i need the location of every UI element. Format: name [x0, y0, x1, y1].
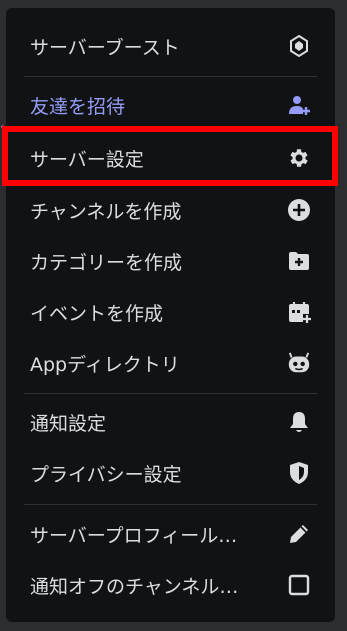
pencil-icon	[287, 522, 311, 546]
boost-gem-icon	[287, 34, 311, 58]
menu-item-server-profile[interactable]: サーバープロフィール…	[6, 514, 335, 554]
server-context-menu: サーバーブースト 友達を招待 サーバー設定 チャンネルを作成 カテゴリーを作成 …	[6, 8, 335, 622]
selection-highlight	[2, 126, 338, 186]
menu-divider	[24, 76, 317, 77]
menu-item-privacy-settings[interactable]: プライバシー設定	[6, 453, 335, 493]
menu-item-muted-channels[interactable]: 通知オフのチャンネル…	[6, 565, 335, 605]
menu-item-label: 通知オフのチャンネル…	[30, 575, 239, 598]
bot-icon	[287, 351, 311, 375]
menu-item-app-directory[interactable]: Appディレクトリ	[6, 343, 335, 383]
menu-item-server-boost[interactable]: サーバーブースト	[6, 26, 335, 66]
calendar-plus-icon	[287, 300, 311, 324]
menu-item-label: イベントを作成	[30, 302, 164, 325]
menu-item-create-channel[interactable]: チャンネルを作成	[6, 190, 335, 230]
menu-item-label: サーバーブースト	[30, 36, 180, 59]
menu-item-label: カテゴリーを作成	[30, 251, 183, 274]
bell-icon	[287, 410, 311, 434]
menu-item-create-category[interactable]: カテゴリーを作成	[6, 241, 335, 281]
menu-item-label: Appディレクトリ	[30, 353, 180, 376]
menu-item-label: サーバープロフィール…	[30, 524, 238, 547]
menu-item-invite-friends[interactable]: 友達を招待	[6, 85, 335, 125]
menu-item-label: チャンネルを作成	[30, 200, 182, 223]
menu-item-notification-settings[interactable]: 通知設定	[6, 402, 335, 442]
menu-divider	[24, 504, 317, 505]
menu-divider	[24, 393, 317, 394]
checkbox-icon[interactable]	[287, 573, 311, 597]
menu-item-label: プライバシー設定	[30, 463, 182, 486]
folder-plus-icon	[287, 249, 311, 273]
menu-item-create-event[interactable]: イベントを作成	[6, 292, 335, 332]
shield-icon	[287, 461, 311, 485]
menu-item-label: 友達を招待	[30, 95, 126, 118]
plus-circle-icon	[287, 198, 311, 222]
menu-item-label: 通知設定	[30, 412, 107, 435]
add-user-icon	[287, 93, 311, 117]
